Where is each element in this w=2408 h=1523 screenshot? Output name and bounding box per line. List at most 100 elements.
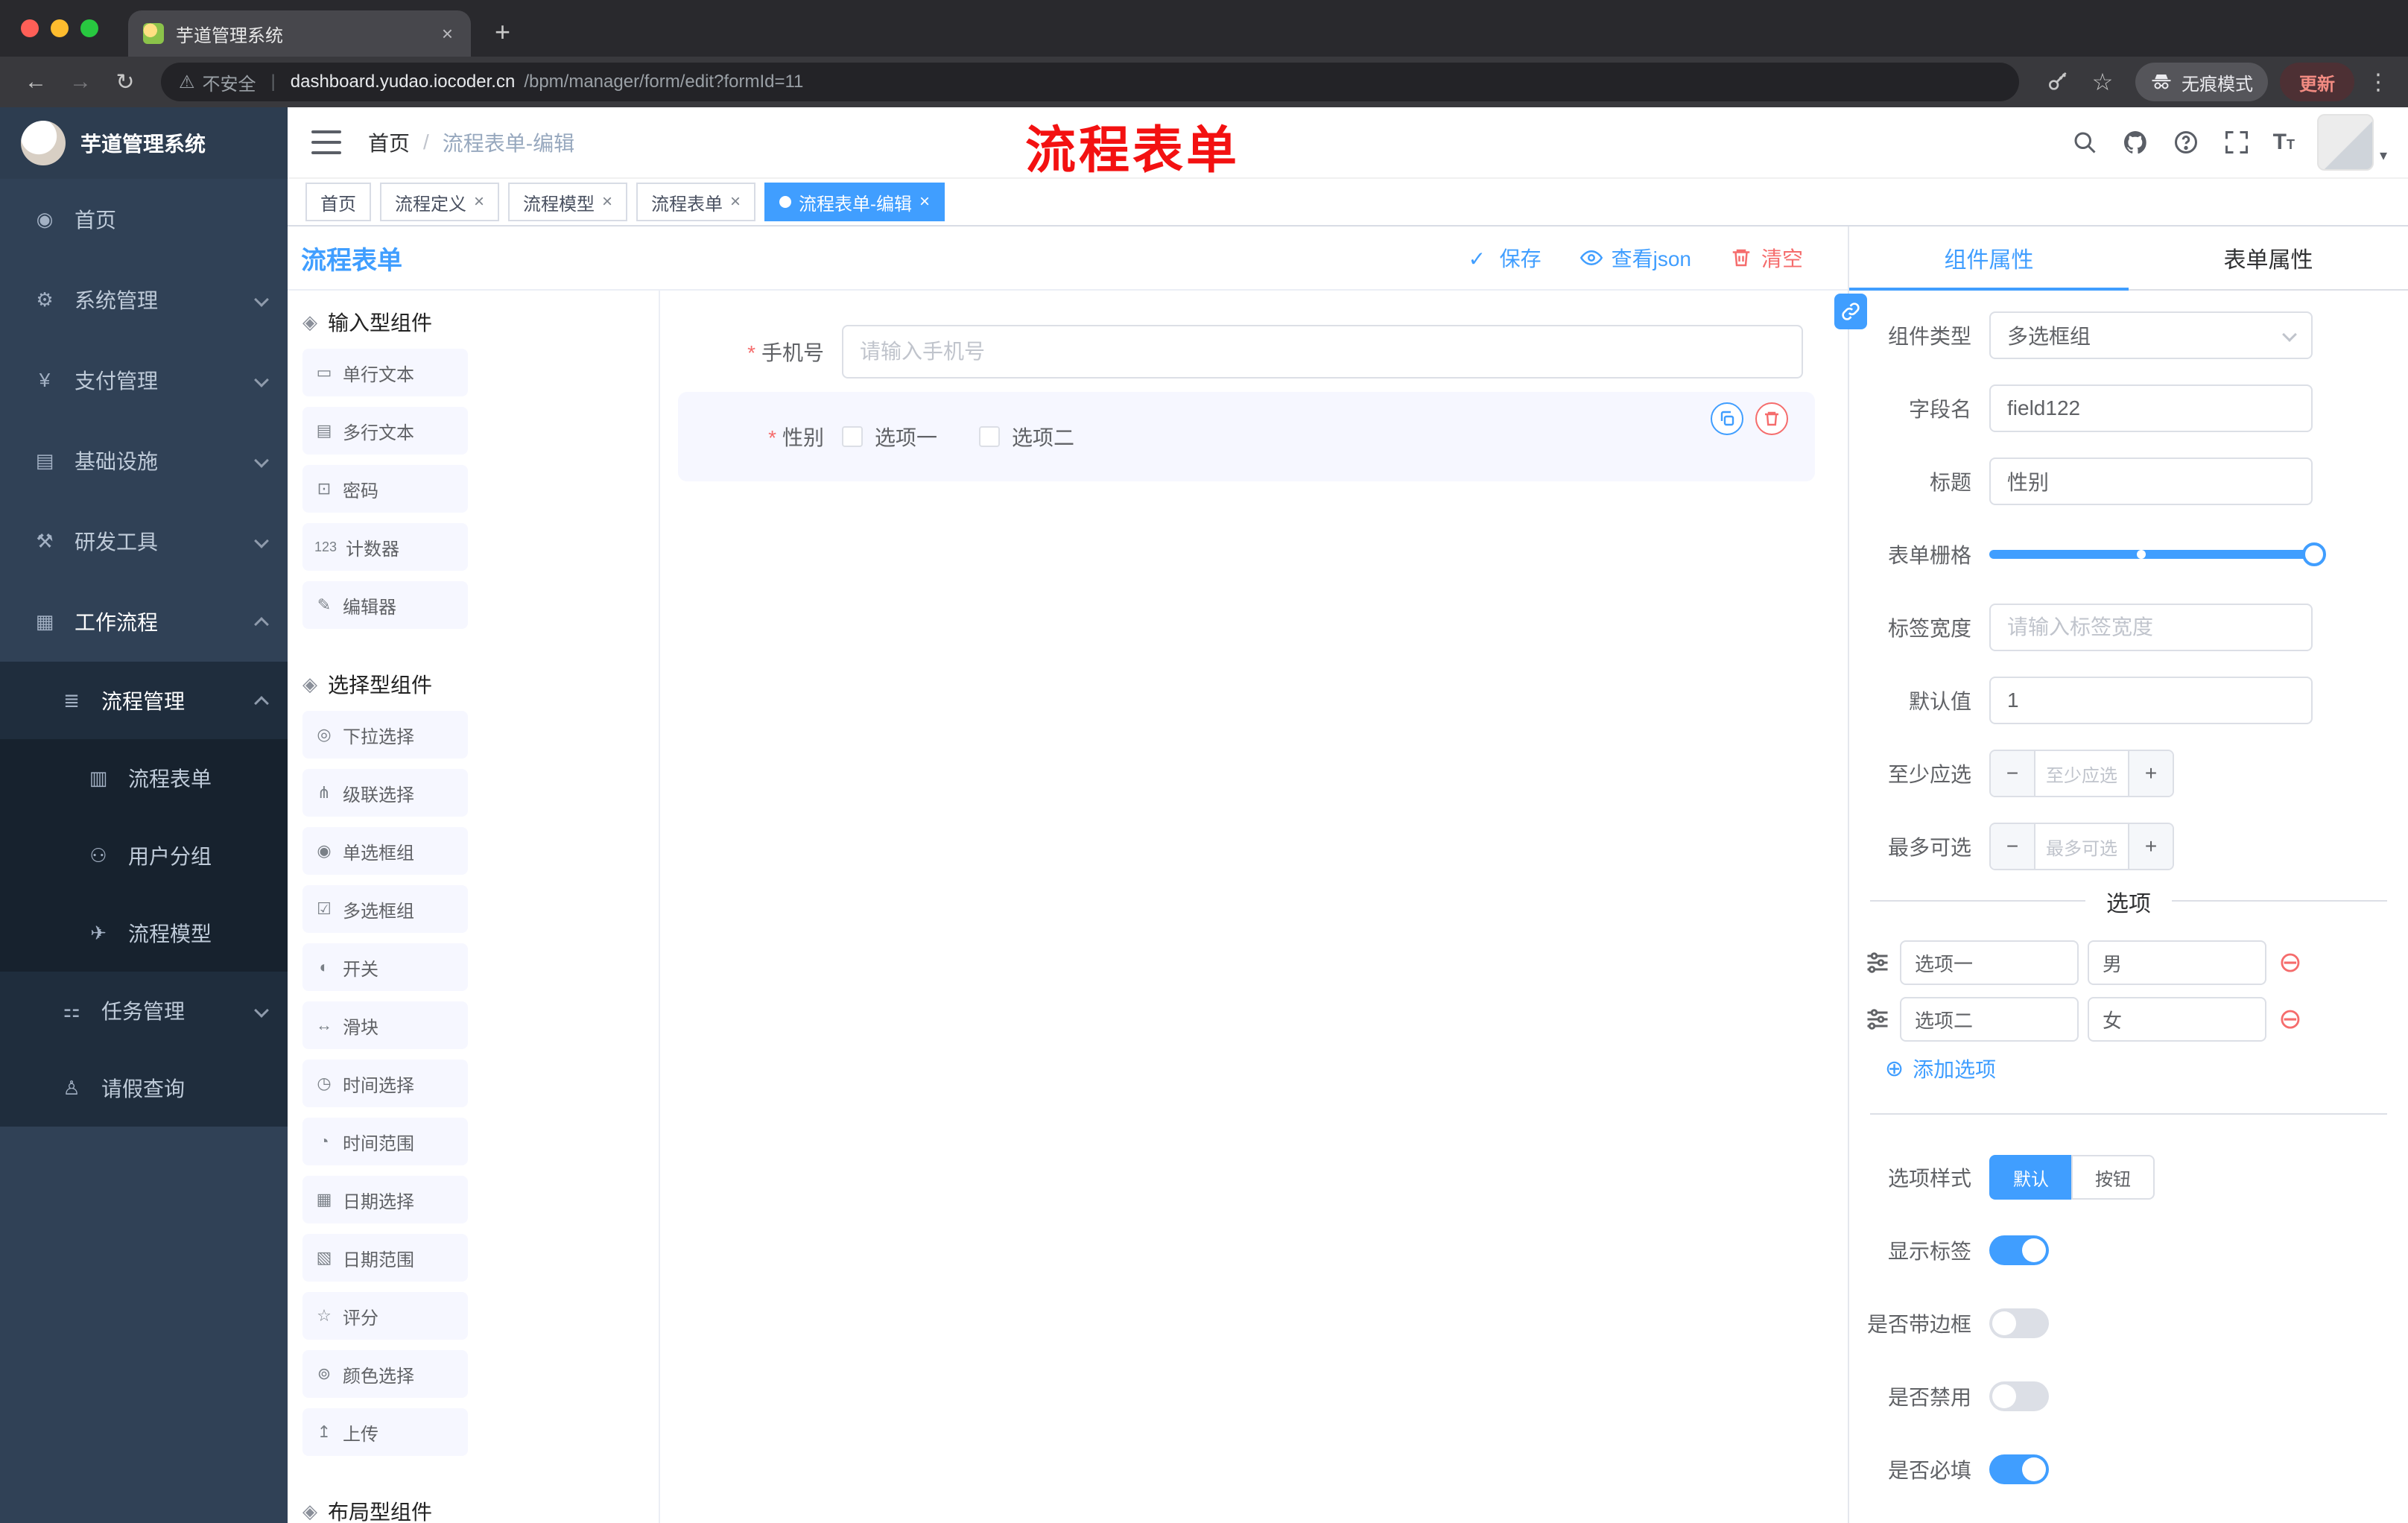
default-value-input[interactable] — [1989, 677, 2313, 724]
option-label-input[interactable] — [1900, 997, 2079, 1042]
phone-input[interactable] — [842, 325, 1803, 379]
palette-item-password[interactable]: ⊡ 密码 — [302, 465, 468, 513]
delete-field-button[interactable] — [1755, 402, 1788, 435]
palette-item-color-picker[interactable]: ⊚ 颜色选择 — [302, 1350, 468, 1398]
border-switch[interactable] — [1989, 1308, 2049, 1338]
copy-field-button[interactable] — [1711, 402, 1743, 435]
reload-icon[interactable]: ↻ — [104, 69, 146, 95]
component-type-select[interactable]: 多选框组 — [1989, 311, 2313, 359]
label-width-input[interactable] — [1989, 604, 2313, 651]
decrease-button[interactable]: − — [1991, 824, 2035, 869]
sidebar-item-workflow[interactable]: ▦ 工作流程 — [0, 581, 288, 662]
collapse-sidebar-icon[interactable] — [311, 130, 341, 154]
form-canvas[interactable]: 手机号 性别 — [660, 291, 1848, 1523]
update-button[interactable]: 更新 — [2280, 63, 2354, 101]
slider-track[interactable] — [1989, 542, 2326, 566]
drag-handle-icon[interactable] — [1864, 949, 1891, 976]
tag-close-icon[interactable]: × — [730, 191, 741, 212]
min-select-placeholder[interactable]: 至少应选 — [2035, 751, 2128, 796]
sidebar-item-process-form[interactable]: ▥ 流程表单 — [0, 739, 288, 817]
palette-item-radio-group[interactable]: ◉ 单选框组 — [302, 827, 468, 875]
tag-process-model[interactable]: 流程模型 × — [508, 183, 628, 221]
sidebar-item-leave-query[interactable]: ♙ 请假查询 — [0, 1049, 288, 1127]
palette-item-counter[interactable]: 123 计数器 — [302, 523, 468, 571]
drag-handle-icon[interactable] — [1864, 1006, 1891, 1033]
avatar[interactable] — [2316, 114, 2374, 171]
grid-slider[interactable] — [1989, 531, 2326, 578]
tag-close-icon[interactable]: × — [602, 191, 612, 212]
sidebar-item-process-model[interactable]: ✈ 流程模型 — [0, 894, 288, 972]
tag-process-form[interactable]: 流程表单 × — [636, 183, 756, 221]
palette-item-rate[interactable]: ☆ 评分 — [302, 1292, 468, 1340]
fullscreen-icon[interactable] — [2222, 128, 2251, 156]
back-icon[interactable]: ← — [15, 69, 57, 95]
user-menu[interactable]: ▾ — [2316, 114, 2387, 171]
palette-item-date-picker[interactable]: ▦ 日期选择 — [302, 1176, 468, 1223]
close-window-button[interactable] — [21, 19, 39, 37]
palette-item-dropdown[interactable]: ◎ 下拉选择 — [302, 711, 468, 759]
palette-item-slider[interactable]: ↔ 滑块 — [302, 1001, 468, 1049]
checkbox-option-2[interactable]: 选项二 — [979, 422, 1074, 452]
tab-component-props[interactable]: 组件属性 — [1849, 227, 2129, 291]
tag-process-definition[interactable]: 流程定义 × — [380, 183, 500, 221]
browser-tab[interactable]: 芋道管理系统 × — [128, 10, 471, 57]
remove-option-icon[interactable]: ⊖ — [2278, 949, 2302, 977]
search-icon[interactable] — [2070, 128, 2099, 156]
slider-handle[interactable] — [2302, 542, 2326, 566]
sidebar-item-process-management[interactable]: ≣ 流程管理 — [0, 662, 288, 739]
forward-icon[interactable]: → — [60, 69, 101, 95]
tab-close-icon[interactable]: × — [439, 22, 456, 45]
option-label-input[interactable] — [1900, 940, 2079, 985]
add-option-button[interactable]: ⊕ 添加选项 — [1849, 1054, 2408, 1083]
checkbox-icon[interactable] — [842, 426, 863, 447]
palette-item-multi-text[interactable]: ▤ 多行文本 — [302, 407, 468, 455]
palette-item-editor[interactable]: ✎ 编辑器 — [302, 581, 468, 629]
option-value-input[interactable] — [2088, 940, 2266, 985]
sidebar-item-home[interactable]: ◉ 首页 — [0, 179, 288, 259]
palette-item-cascader[interactable]: ⋔ 级联选择 — [302, 769, 468, 817]
bookmark-star-icon[interactable]: ☆ — [2082, 63, 2123, 101]
tag-close-icon[interactable]: × — [919, 191, 930, 212]
increase-button[interactable]: + — [2128, 824, 2173, 869]
save-button[interactable]: ✓ 保存 — [1468, 243, 1542, 273]
decrease-button[interactable]: − — [1991, 751, 2035, 796]
style-default-button[interactable]: 默认 — [1989, 1155, 2071, 1200]
phone-field-row[interactable]: 手机号 — [678, 325, 1815, 379]
font-size-icon[interactable]: TT — [2273, 131, 2295, 153]
security-chip[interactable]: ⚠ 不安全 — [179, 69, 256, 95]
palette-item-time-range[interactable]: ◔ 时间范围 — [302, 1118, 468, 1165]
max-select-placeholder[interactable]: 最多可选 — [2035, 824, 2128, 869]
field-name-input[interactable] — [1989, 384, 2313, 432]
checkbox-option-1[interactable]: 选项一 — [842, 422, 937, 452]
sidebar-item-task-management[interactable]: ⚏ 任务管理 — [0, 972, 288, 1049]
show-label-switch[interactable] — [1989, 1235, 2049, 1265]
sidebar-item-infrastructure[interactable]: ▤ 基础设施 — [0, 420, 288, 501]
help-icon[interactable] — [2172, 128, 2200, 156]
palette-item-time-picker[interactable]: ◷ 时间选择 — [302, 1060, 468, 1107]
browser-menu-icon[interactable]: ⋮ — [2363, 69, 2393, 95]
style-button-button[interactable]: 按钮 — [2071, 1155, 2155, 1200]
tag-close-icon[interactable]: × — [474, 191, 484, 212]
view-json-button[interactable]: 查看json — [1580, 243, 1691, 273]
password-key-icon[interactable] — [2037, 63, 2079, 101]
palette-item-upload[interactable]: ↥ 上传 — [302, 1408, 468, 1456]
title-input[interactable] — [1989, 457, 2313, 505]
breadcrumb-home[interactable]: 首页 — [368, 127, 410, 157]
gender-field-selected[interactable]: 性别 选项一 选项二 — [678, 392, 1815, 481]
checkbox-icon[interactable] — [979, 426, 1001, 447]
sidebar-item-system[interactable]: ⚙ 系统管理 — [0, 259, 288, 340]
sidebar-item-user-group[interactable]: ⚇ 用户分组 — [0, 817, 288, 894]
increase-button[interactable]: + — [2128, 751, 2173, 796]
tag-home[interactable]: 首页 — [305, 183, 371, 221]
palette-item-checkbox-group[interactable]: ☑ 多选框组 — [302, 885, 468, 933]
required-switch[interactable] — [1989, 1454, 2049, 1484]
palette-item-switch[interactable]: ◐ 开关 — [302, 943, 468, 991]
palette-item-date-range[interactable]: ▧ 日期范围 — [302, 1234, 468, 1282]
sidebar-item-payment[interactable]: ¥ 支付管理 — [0, 340, 288, 420]
link-handle-button[interactable] — [1834, 294, 1867, 329]
remove-option-icon[interactable]: ⊖ — [2278, 1005, 2302, 1033]
tab-form-props[interactable]: 表单属性 — [2129, 227, 2408, 289]
clear-button[interactable]: 清空 — [1730, 243, 1803, 273]
minimize-window-button[interactable] — [51, 19, 69, 37]
palette-item-single-text[interactable]: ▭ 单行文本 — [302, 349, 468, 396]
